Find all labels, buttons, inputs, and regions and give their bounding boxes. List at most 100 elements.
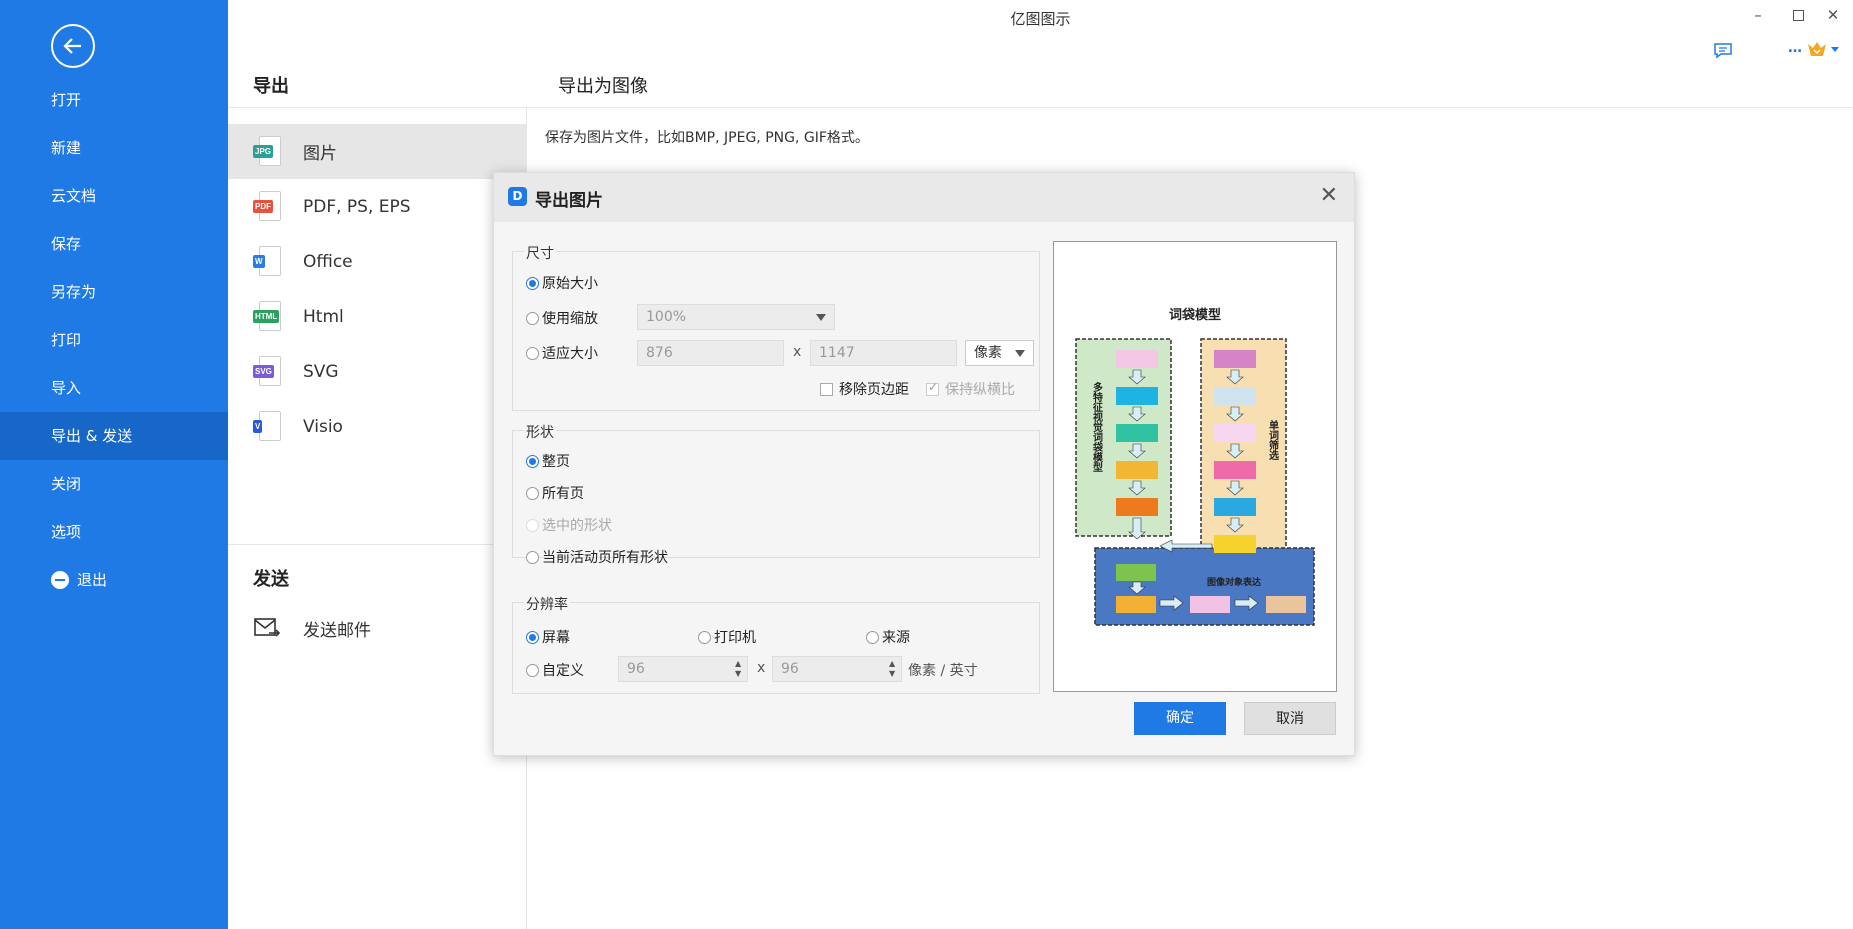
radio-icon xyxy=(866,630,879,644)
width-input[interactable]: 876 xyxy=(637,340,784,366)
more-icon[interactable]: … xyxy=(1788,40,1802,56)
sidebar-item-options[interactable]: 选项 xyxy=(0,508,228,556)
sidebar-item-open[interactable]: 打开 xyxy=(0,76,228,124)
radio-label: 原始大小 xyxy=(542,276,598,292)
dpi-y-value: 96 xyxy=(781,661,799,677)
spinner-icon[interactable]: ▲ ▼ xyxy=(889,659,897,679)
radio-icon xyxy=(526,276,539,290)
sidebar-item-export-send[interactable]: 导出 & 发送 xyxy=(0,412,228,460)
sidebar-item-close[interactable]: 关闭 xyxy=(0,460,228,508)
radio-whole-page[interactable]: 整页 xyxy=(526,451,570,471)
back-button[interactable] xyxy=(51,24,95,68)
export-image-dialog: D 导出图片 ✕ 尺寸 原始大小 使用缩放 100% 适应大小 876 x 11… xyxy=(493,172,1355,756)
vip-crown-icon[interactable] xyxy=(1806,40,1828,60)
radio-label: 选中的形状 xyxy=(542,518,612,534)
export-item-visio[interactable]: V Visio xyxy=(228,399,526,454)
sidebar-item-cloud[interactable]: 云文档 xyxy=(0,172,228,220)
sidebar-item-print[interactable]: 打印 xyxy=(0,316,228,364)
preview-box-b0 xyxy=(1116,564,1156,581)
radio-label: 所有页 xyxy=(542,486,584,502)
export-item-html[interactable]: HTML Html xyxy=(228,289,526,344)
minimize-button[interactable]: – xyxy=(1743,6,1773,28)
toolbar-icons: … xyxy=(1693,38,1853,64)
radio-icon xyxy=(526,486,539,500)
preview-box-b3 xyxy=(1266,596,1306,613)
dpi-x-input[interactable]: 96 ▲ ▼ xyxy=(618,656,748,682)
chevron-down-icon xyxy=(1015,350,1025,357)
svg-file-icon: SVG xyxy=(253,355,283,388)
export-item-office[interactable]: W Office xyxy=(228,234,526,289)
unit-select[interactable]: 像素 xyxy=(965,340,1034,366)
sidebar: 打开 新建 云文档 保存 另存为 打印 导入 导出 & 发送 关闭 选项 退出 xyxy=(0,0,228,929)
dialog-close-icon[interactable]: ✕ xyxy=(1320,183,1338,208)
sidebar-item-new[interactable]: 新建 xyxy=(0,124,228,172)
size-group: 尺寸 原始大小 使用缩放 100% 适应大小 876 x 1147 像素 移除页… xyxy=(512,243,1040,411)
export-item-image[interactable]: JPG 图片 xyxy=(228,124,526,179)
radio-screen[interactable]: 屏幕 xyxy=(526,627,570,647)
export-item-svg[interactable]: SVG SVG xyxy=(228,344,526,399)
size-x-separator: x xyxy=(793,344,802,360)
sidebar-item-quit[interactable]: 退出 xyxy=(0,556,228,604)
unit-value: 像素 xyxy=(974,345,1002,361)
main-title: 导出为图像 xyxy=(558,76,648,97)
remove-margin-checkbox[interactable]: 移除页边距 xyxy=(820,379,909,399)
radio-custom[interactable]: 自定义 xyxy=(526,660,584,680)
dialog-title: 导出图片 xyxy=(535,191,603,211)
jpg-file-icon: JPG xyxy=(253,135,283,168)
radio-use-zoom[interactable]: 使用缩放 xyxy=(526,308,598,328)
radio-selected-shapes[interactable]: 选中的形状 xyxy=(526,515,612,535)
radio-fit-size[interactable]: 适应大小 xyxy=(526,343,598,363)
sidebar-item-save[interactable]: 保存 xyxy=(0,220,228,268)
dpi-x-value: 96 xyxy=(627,661,645,677)
size-group-label: 尺寸 xyxy=(524,243,556,263)
comment-icon[interactable] xyxy=(1713,42,1733,59)
preview-box-b2 xyxy=(1190,596,1230,613)
mail-send-icon xyxy=(254,618,281,637)
resolution-group: 分辨率 屏幕 打印机 来源 自定义 96 ▲ ▼ x 96 ▲ ▼ 像素 / 英寸 xyxy=(512,594,1040,694)
export-title: 导出 xyxy=(253,76,289,97)
checkbox-icon xyxy=(820,382,833,396)
radio-printer[interactable]: 打印机 xyxy=(698,627,756,647)
checkbox-label: 保持纵横比 xyxy=(945,382,1015,398)
radio-label: 自定义 xyxy=(542,663,584,679)
radio-current-page-shapes[interactable]: 当前活动页所有形状 xyxy=(526,547,668,567)
preview-bottom-panel xyxy=(1094,547,1315,626)
export-item-pdf[interactable]: PDF PDF, PS, EPS xyxy=(228,179,526,234)
sidebar-nav: 打开 新建 云文档 保存 另存为 打印 导入 导出 & 发送 关闭 选项 退出 xyxy=(0,76,228,604)
dpi-y-input[interactable]: 96 ▲ ▼ xyxy=(772,656,902,682)
shape-group: 形状 整页 所有页 选中的形状 当前活动页所有形状 xyxy=(512,422,1040,566)
preview-box-l3 xyxy=(1116,461,1158,479)
dropdown-icon[interactable] xyxy=(1831,47,1839,53)
preview-box-r3 xyxy=(1214,461,1256,479)
sidebar-item-save-as[interactable]: 另存为 xyxy=(0,268,228,316)
maximize-button[interactable] xyxy=(1783,6,1813,28)
visio-file-icon: V xyxy=(253,410,283,443)
preview-box-b1 xyxy=(1116,596,1156,613)
zoom-select[interactable]: 100% xyxy=(637,304,835,330)
keep-ratio-checkbox[interactable]: 保持纵横比 xyxy=(926,379,1015,399)
cancel-button[interactable]: 取消 xyxy=(1244,702,1336,735)
preview-box-l4 xyxy=(1116,498,1158,516)
sidebar-item-import[interactable]: 导入 xyxy=(0,364,228,412)
height-input[interactable]: 1147 xyxy=(810,340,957,366)
send-mail-item[interactable]: 发送邮件 xyxy=(253,612,371,644)
export-item-label: 图片 xyxy=(303,144,337,164)
preview-box-r0 xyxy=(1214,350,1256,368)
preview-box-r2 xyxy=(1214,424,1256,442)
preview-box-l2 xyxy=(1116,424,1158,442)
send-mail-label: 发送邮件 xyxy=(303,620,371,641)
radio-label: 整页 xyxy=(542,454,570,470)
checkbox-label: 移除页边距 xyxy=(839,382,909,398)
spinner-icon[interactable]: ▲ ▼ xyxy=(735,659,743,679)
radio-original-size[interactable]: 原始大小 xyxy=(526,273,598,293)
radio-label: 适应大小 xyxy=(542,346,598,362)
app-logo-icon: D xyxy=(508,187,527,206)
export-item-label: Office xyxy=(303,251,353,272)
radio-all-pages[interactable]: 所有页 xyxy=(526,483,584,503)
radio-source[interactable]: 来源 xyxy=(866,627,910,647)
preview-box-r4 xyxy=(1214,498,1256,516)
close-window-button[interactable]: ✕ xyxy=(1818,6,1848,28)
preview-box-l0 xyxy=(1116,350,1158,368)
preview-box-r5 xyxy=(1214,535,1256,553)
ok-button[interactable]: 确定 xyxy=(1134,702,1226,735)
